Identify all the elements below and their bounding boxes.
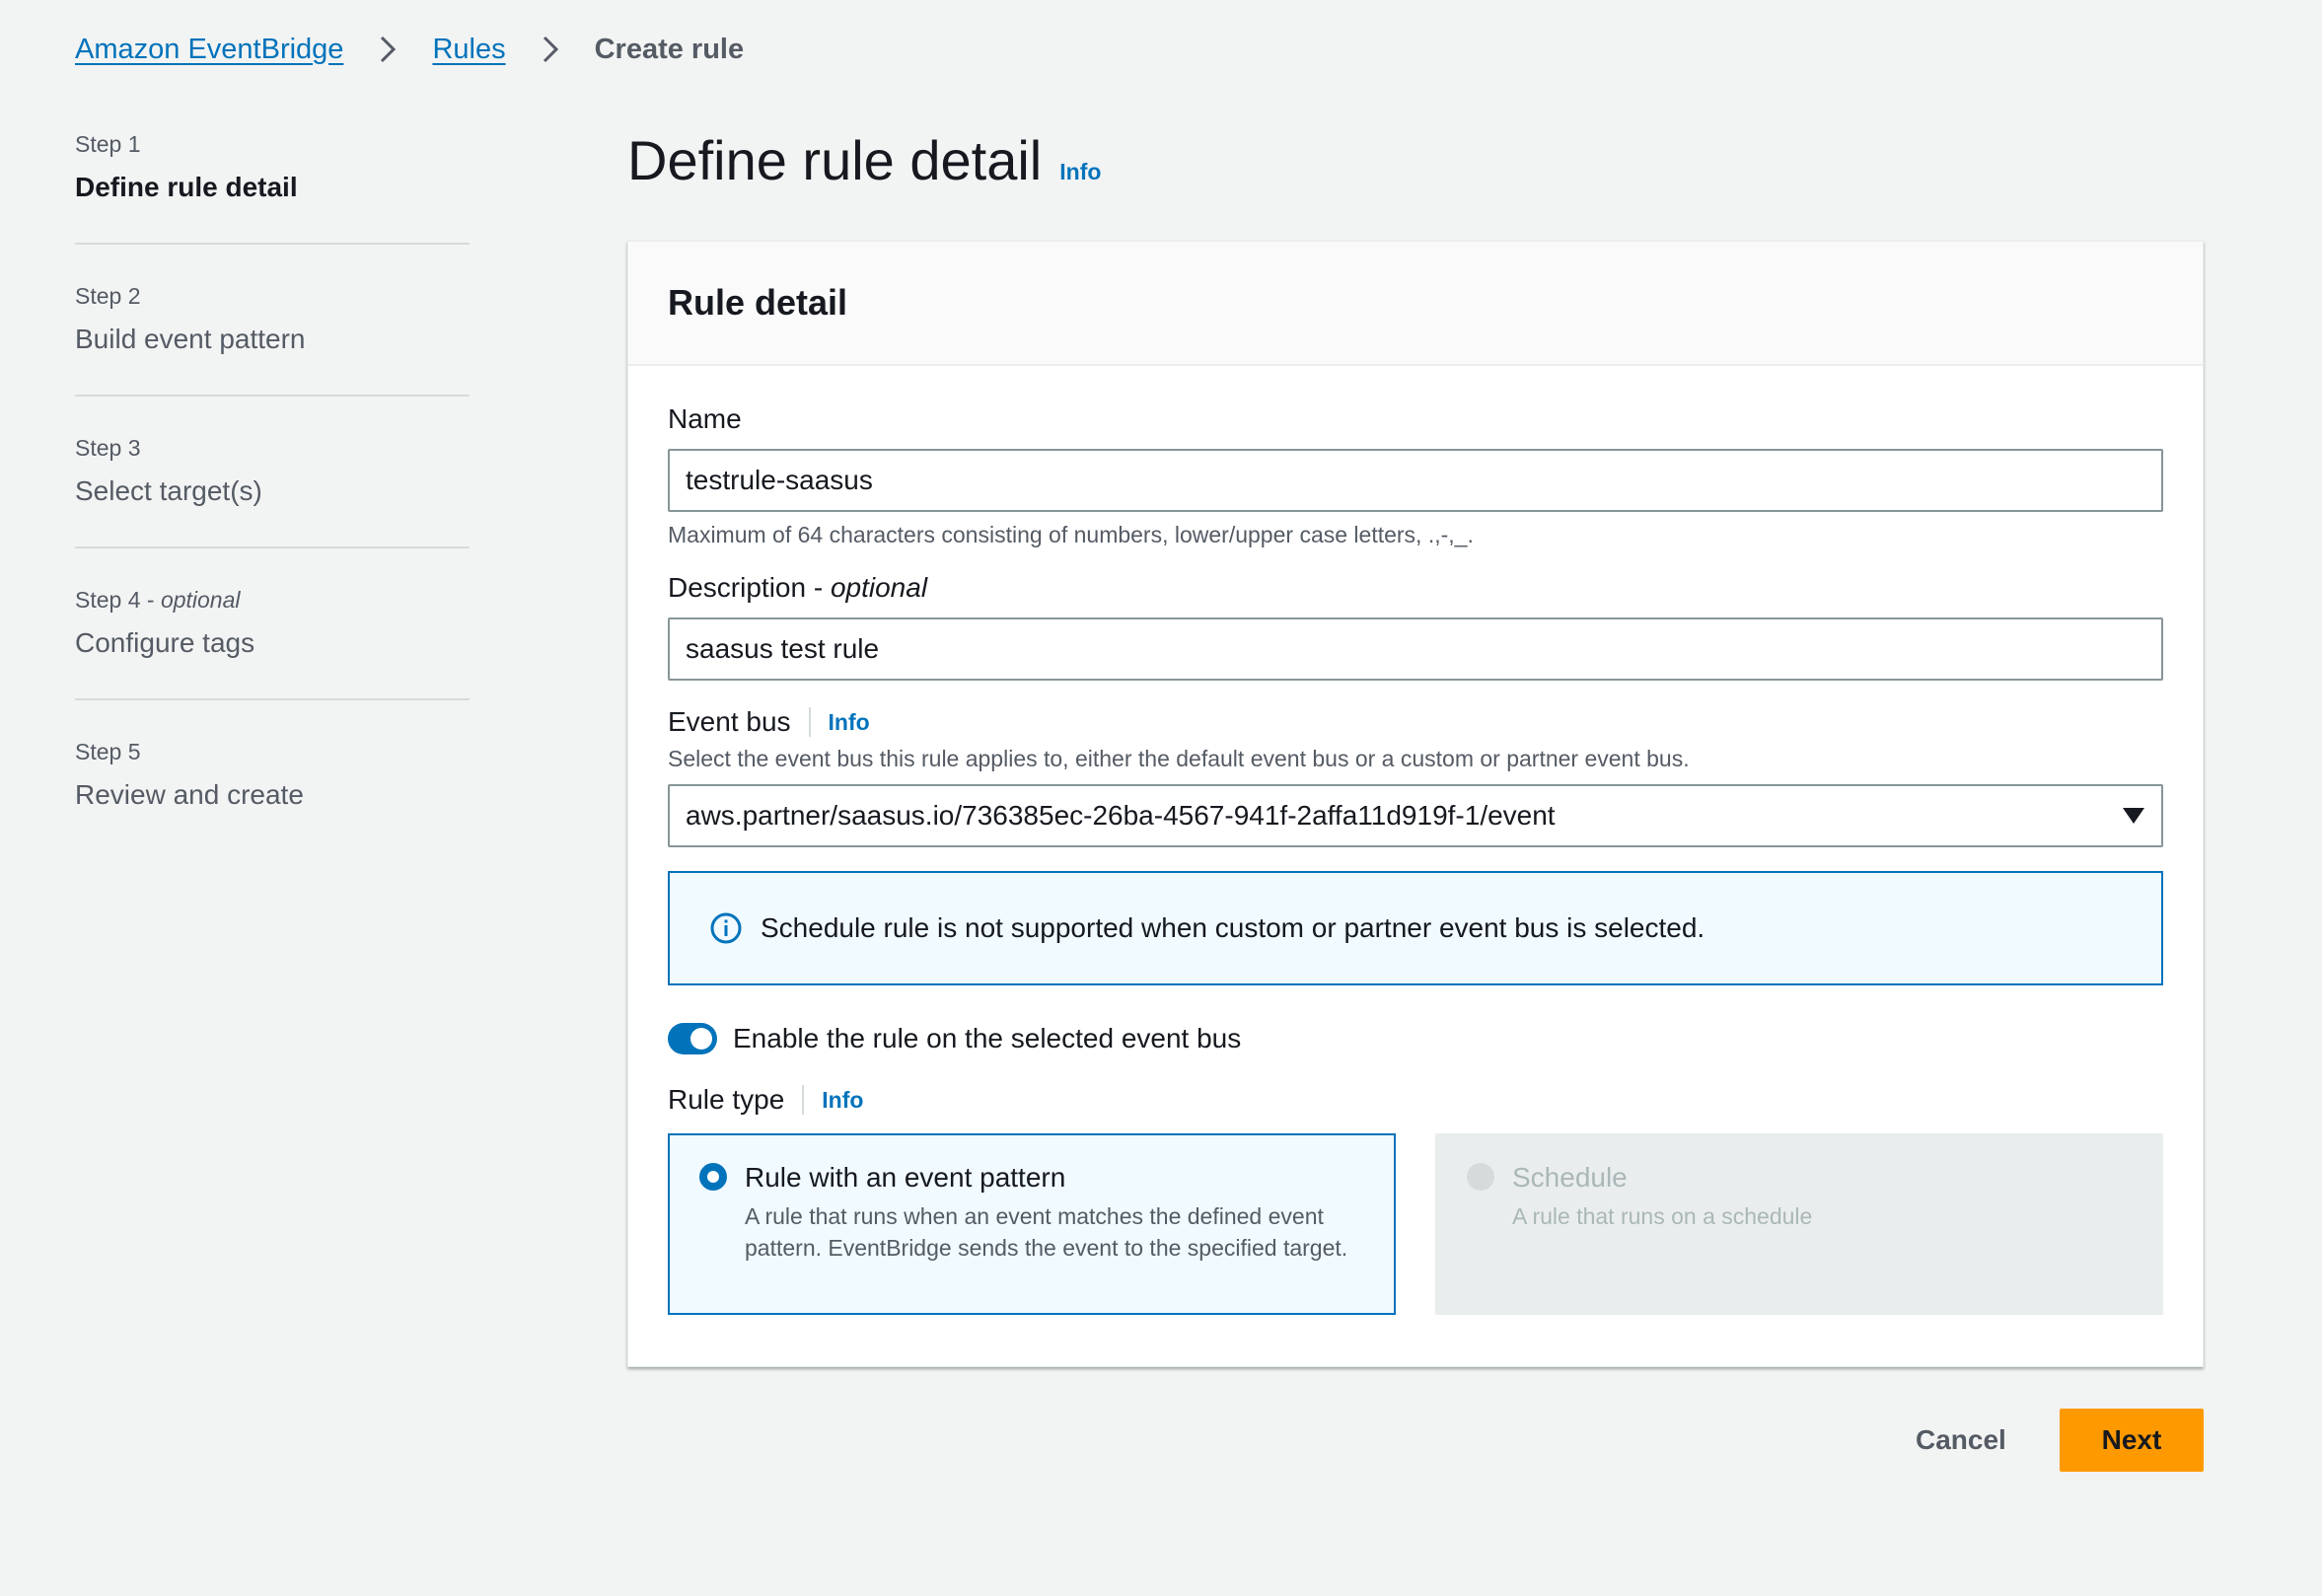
wizard-step-2: Step 2 Build event pattern <box>75 278 470 397</box>
info-alert: Schedule rule is not supported when cust… <box>668 871 2163 985</box>
panel-header: Rule detail <box>628 242 2203 366</box>
step-number: Step 5 <box>75 739 141 764</box>
rule-detail-panel: Rule detail Name Maximum of 64 character… <box>627 241 2204 1367</box>
breadcrumb: Amazon EventBridge Rules Create rule <box>75 30 744 69</box>
breadcrumb-link-eventbridge[interactable]: Amazon EventBridge <box>75 34 343 66</box>
step-number: Step 1 <box>75 131 141 157</box>
chevron-right-icon <box>373 30 402 69</box>
name-input[interactable] <box>668 449 2163 512</box>
breadcrumb-current: Create rule <box>594 33 745 65</box>
step-number: Step 4 - optional <box>75 587 241 613</box>
panel-body: Name Maximum of 64 characters consisting… <box>628 403 2203 1315</box>
info-circle-icon <box>709 911 743 945</box>
breadcrumb-link-rules[interactable]: Rules <box>432 34 505 66</box>
next-button[interactable]: Next <box>2060 1409 2204 1472</box>
event-bus-label: Event bus Info <box>668 706 870 737</box>
radio-disabled-icon <box>1467 1163 1494 1191</box>
radio-selected-icon[interactable] <box>699 1163 727 1191</box>
description-input[interactable] <box>668 617 2163 681</box>
wizard-step-5: Step 5 Review and create <box>75 734 470 850</box>
enable-rule-label: Enable the rule on the selected event bu… <box>733 1023 1242 1053</box>
wizard-step-1: Step 1 Define rule detail <box>75 126 470 245</box>
tile-title: Rule with an event pattern <box>745 1162 1066 1193</box>
label-divider <box>802 1085 805 1115</box>
step-title: Define rule detail <box>75 172 298 202</box>
tile-title: Schedule <box>1512 1162 1628 1193</box>
tile-description: A rule that runs on a schedule <box>1512 1203 1813 1229</box>
step-title: Select target(s) <box>75 475 262 506</box>
chevron-right-icon <box>536 30 565 69</box>
step-title: Review and create <box>75 779 304 810</box>
tile-content: Rule with an event pattern A rule that r… <box>745 1159 1364 1289</box>
description-label: Description - optional <box>668 572 928 603</box>
rule-type-label: Rule type Info <box>668 1084 864 1115</box>
event-bus-selected-value: aws.partner/saasus.io/736385ec-26ba-4567… <box>686 800 1556 831</box>
cancel-button[interactable]: Cancel <box>1914 1409 2008 1472</box>
label-divider <box>808 707 811 737</box>
rule-type-schedule-tile: Schedule A rule that runs on a schedule <box>1435 1133 2163 1315</box>
event-bus-hint: Select the event bus this rule applies t… <box>668 746 1690 771</box>
name-hint: Maximum of 64 characters consisting of n… <box>668 522 1474 547</box>
wizard-steps: Step 1 Define rule detail Step 2 Build e… <box>75 126 470 884</box>
step-title: Configure tags <box>75 627 255 658</box>
page-title: Define rule detail <box>627 129 1043 191</box>
name-label: Name <box>668 403 742 434</box>
alert-text: Schedule rule is not supported when cust… <box>761 912 1705 943</box>
enable-rule-row: Enable the rule on the selected event bu… <box>668 1023 2163 1054</box>
tile-description: A rule that runs when an event matches t… <box>745 1203 1348 1261</box>
rule-type-info-link[interactable]: Info <box>822 1087 863 1114</box>
wizard-step-4: Step 4 - optional Configure tags <box>75 582 470 700</box>
panel-title: Rule detail <box>668 282 848 323</box>
page-header: Define rule detail Info <box>627 128 1101 192</box>
wizard-step-3: Step 3 Select target(s) <box>75 430 470 548</box>
enable-rule-toggle[interactable] <box>668 1023 717 1054</box>
rule-type-event-pattern-tile[interactable]: Rule with an event pattern A rule that r… <box>668 1133 1396 1315</box>
tile-content: Schedule A rule that runs on a schedule <box>1512 1159 1812 1289</box>
step-number: Step 2 <box>75 283 141 309</box>
info-link[interactable]: Info <box>1059 159 1101 185</box>
rule-type-tiles: Rule with an event pattern A rule that r… <box>668 1133 2163 1315</box>
step-number: Step 3 <box>75 435 141 461</box>
caret-down-icon <box>2122 800 2145 832</box>
event-bus-info-link[interactable]: Info <box>829 709 870 736</box>
step-title: Build event pattern <box>75 324 306 354</box>
event-bus-select[interactable]: aws.partner/saasus.io/736385ec-26ba-4567… <box>668 784 2163 847</box>
